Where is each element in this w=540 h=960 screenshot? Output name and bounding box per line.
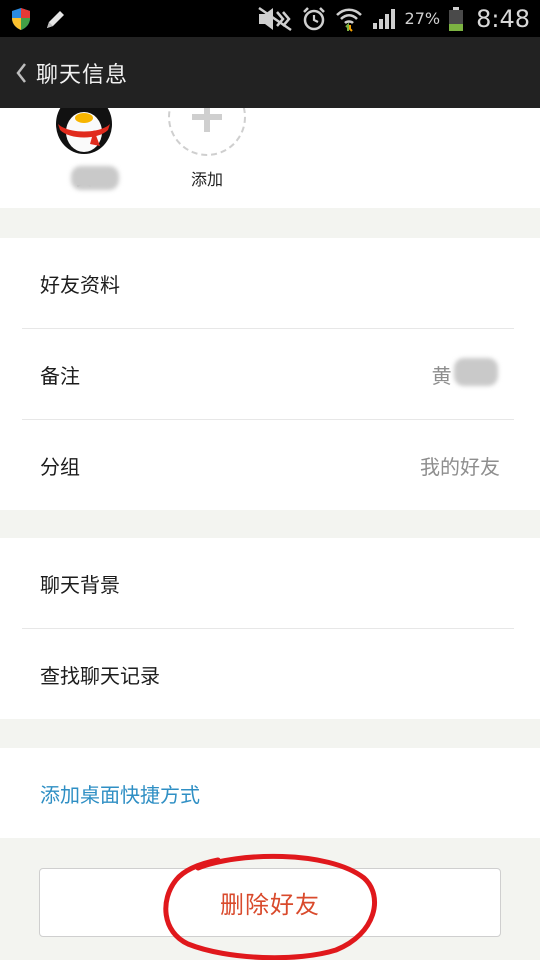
- row-search-history[interactable]: 查找聊天记录: [0, 629, 540, 719]
- row-chat-background[interactable]: 聊天背景: [0, 538, 540, 628]
- redaction-blur: [71, 166, 119, 190]
- row-label: 备注: [40, 363, 80, 388]
- penguin-avatar: [46, 108, 122, 156]
- info-group: 好友资料 备注 黄 分组 我的好友: [0, 238, 540, 510]
- redaction-blur: [453, 357, 498, 386]
- signal-icon: [371, 7, 397, 31]
- member-item[interactable]: 黄: [34, 108, 134, 208]
- title-bar: 聊天信息: [0, 37, 540, 108]
- chevron-left-icon: [14, 61, 28, 85]
- add-shortcut-link[interactable]: 添加桌面快捷方式: [40, 779, 200, 808]
- member-list: 黄 添加: [0, 108, 540, 208]
- page-title: 聊天信息: [36, 62, 129, 88]
- alarm-icon: [301, 6, 327, 32]
- back-button[interactable]: [0, 37, 36, 108]
- shortcut-group: 添加桌面快捷方式: [0, 748, 540, 838]
- add-member-circle[interactable]: [168, 108, 246, 156]
- shield-icon: [10, 7, 32, 31]
- wifi-icon: [335, 6, 363, 32]
- add-member-button[interactable]: 添加: [157, 108, 257, 208]
- delete-friend-button[interactable]: 删除好友: [39, 868, 501, 937]
- chat-group: 聊天背景 查找聊天记录: [0, 538, 540, 719]
- battery-percent: 27%: [404, 9, 441, 28]
- battery-icon: [448, 6, 464, 32]
- mute-icon: [257, 6, 293, 32]
- remark-value: 黄: [432, 357, 500, 389]
- row-label: 聊天背景: [40, 572, 120, 597]
- row-label: 查找聊天记录: [40, 663, 160, 688]
- row-remark[interactable]: 备注 黄: [0, 329, 540, 419]
- row-label: 好友资料: [40, 272, 120, 297]
- add-member-label: 添加: [190, 170, 223, 189]
- row-group[interactable]: 分组 我的好友: [0, 420, 540, 510]
- plus-icon: [190, 108, 224, 134]
- clock: 8:48: [476, 4, 530, 33]
- row-add-shortcut[interactable]: 添加桌面快捷方式: [0, 748, 540, 838]
- row-label: 分组: [40, 454, 80, 479]
- delete-friend-label: 删除好友: [220, 891, 320, 919]
- pencil-icon: [44, 7, 68, 31]
- status-bar: 27% 8:48: [0, 0, 540, 37]
- row-friend-profile[interactable]: 好友资料: [0, 238, 540, 328]
- group-value: 我的好友: [420, 454, 500, 479]
